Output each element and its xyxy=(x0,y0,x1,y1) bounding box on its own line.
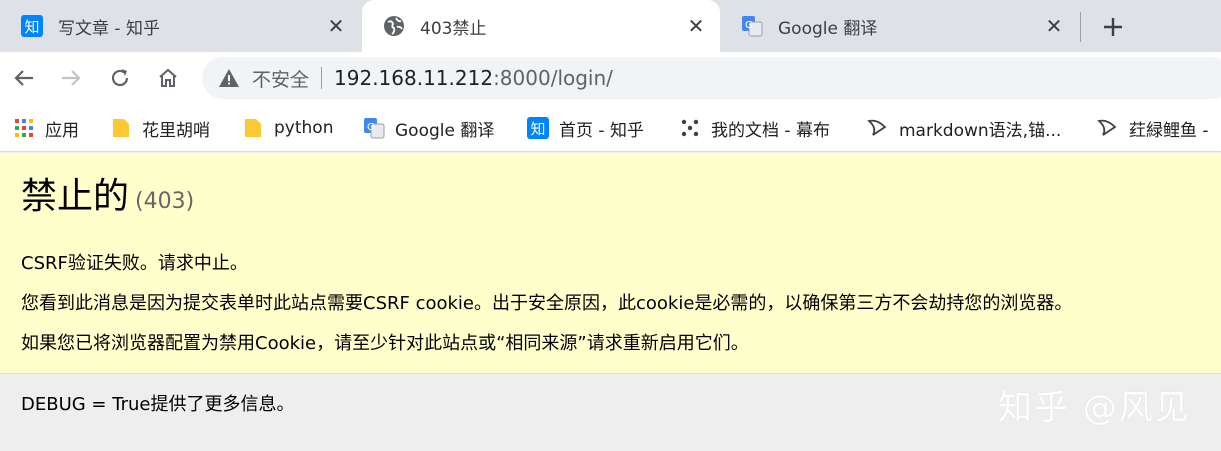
tab-title: 写文章 - 知乎 xyxy=(58,18,160,39)
google-translate-icon: G xyxy=(363,117,385,139)
address-bar[interactable]: 不安全 192.168.11.212:8000/login/ xyxy=(202,57,1221,99)
bookmark-folder-huali[interactable]: 花里胡哨 xyxy=(110,114,210,142)
tab-separator xyxy=(1080,12,1081,42)
new-tab-button[interactable] xyxy=(1098,12,1128,42)
arrow-left-icon xyxy=(14,70,33,86)
forward-button[interactable] xyxy=(55,62,87,94)
close-tab-icon[interactable]: ✕ xyxy=(324,14,348,38)
mubu-icon xyxy=(679,117,701,139)
heading-text: 禁止的 xyxy=(21,176,130,217)
svg-text:G: G xyxy=(367,122,375,133)
bookmark-label: 花里胡哨 xyxy=(142,120,210,141)
close-tab-icon[interactable]: ✕ xyxy=(684,14,708,38)
url-host: 192.168.11.212 xyxy=(334,66,494,90)
zhihu-icon: 知 xyxy=(20,14,44,38)
bookmark-fish[interactable]: 荭緑鲤鱼 - xyxy=(1097,114,1209,142)
bookmark-label: 我的文档 - 幕布 xyxy=(711,120,830,141)
security-label[interactable]: 不安全 xyxy=(252,65,309,92)
bookmark-apps[interactable]: 应用 xyxy=(13,114,79,142)
bookmark-markdown[interactable]: markdown语法,锚... xyxy=(867,114,1061,142)
home-button[interactable] xyxy=(152,62,184,94)
url-path: :8000/login/ xyxy=(493,66,613,90)
bookmarks-bar: 应用 花里胡哨 python G Google 翻译 知 首页 - 知乎 我的文… xyxy=(0,104,1221,152)
bookmark-mubu[interactable]: 我的文档 - 幕布 xyxy=(679,114,830,142)
close-tab-icon[interactable]: ✕ xyxy=(1042,14,1066,38)
folder-icon xyxy=(110,117,132,139)
apps-grid-icon xyxy=(13,117,35,139)
url-text[interactable]: 192.168.11.212:8000/login/ xyxy=(334,66,613,90)
bookmark-zhihu-home[interactable]: 知 首页 - 知乎 xyxy=(527,114,644,142)
svg-text:G: G xyxy=(745,20,753,31)
globe-icon xyxy=(382,14,406,38)
bookmark-label: 首页 - 知乎 xyxy=(559,120,644,141)
fish-icon xyxy=(1097,117,1119,139)
warning-icon[interactable] xyxy=(218,67,240,89)
error-line-reason: 您看到此消息是因为提交表单时此站点需要CSRF cookie。出于安全原因，此c… xyxy=(21,293,1073,314)
folder-icon xyxy=(242,117,264,139)
tab-403[interactable]: 403禁止 ✕ xyxy=(362,0,720,52)
tab-google-translate[interactable]: G Google 翻译 ✕ xyxy=(720,0,1078,52)
zhihu-icon: 知 xyxy=(527,117,549,139)
toolbar: 不安全 192.168.11.212:8000/login/ xyxy=(0,52,1221,104)
error-line-cookie: 如果您已将浏览器配置为禁用Cookie，请至少针对此站点或“相同来源”请求重新启… xyxy=(21,333,749,354)
error-line-csrf: CSRF验证失败。请求中止。 xyxy=(21,253,248,274)
error-summary: 禁止的 (403) CSRF验证失败。请求中止。 您看到此消息是因为提交表单时此站… xyxy=(0,153,1221,374)
watermark: 知乎 @风见 xyxy=(998,388,1191,428)
google-translate-icon: G xyxy=(740,14,764,38)
plus-icon xyxy=(1104,18,1122,36)
divider xyxy=(321,67,323,89)
home-icon xyxy=(159,68,177,87)
bookmark-label: 荭緑鲤鱼 - xyxy=(1129,120,1209,141)
page-title: 禁止的 (403) xyxy=(21,173,1201,226)
reload-icon xyxy=(111,69,129,87)
arrow-right-icon xyxy=(62,70,81,86)
tab-title: 403禁止 xyxy=(420,18,487,39)
bookmark-label: python xyxy=(274,118,334,138)
bookmark-label: Google 翻译 xyxy=(395,120,495,141)
reload-button[interactable] xyxy=(104,62,136,94)
tab-zhihu-write[interactable]: 知 写文章 - 知乎 ✕ xyxy=(0,0,360,52)
bookmark-label: markdown语法,锚... xyxy=(899,120,1062,141)
bookmark-label: 应用 xyxy=(45,120,79,141)
back-button[interactable] xyxy=(8,62,40,94)
tab-title: Google 翻译 xyxy=(778,18,878,39)
status-code: (403) xyxy=(135,189,195,214)
bookmark-folder-python[interactable]: python xyxy=(242,114,333,142)
fish-icon xyxy=(867,117,889,139)
bookmark-google-translate[interactable]: G Google 翻译 xyxy=(363,114,494,142)
tab-strip: 知 写文章 - 知乎 ✕ 403禁止 ✕ G Google 翻译 ✕ xyxy=(0,0,1221,52)
